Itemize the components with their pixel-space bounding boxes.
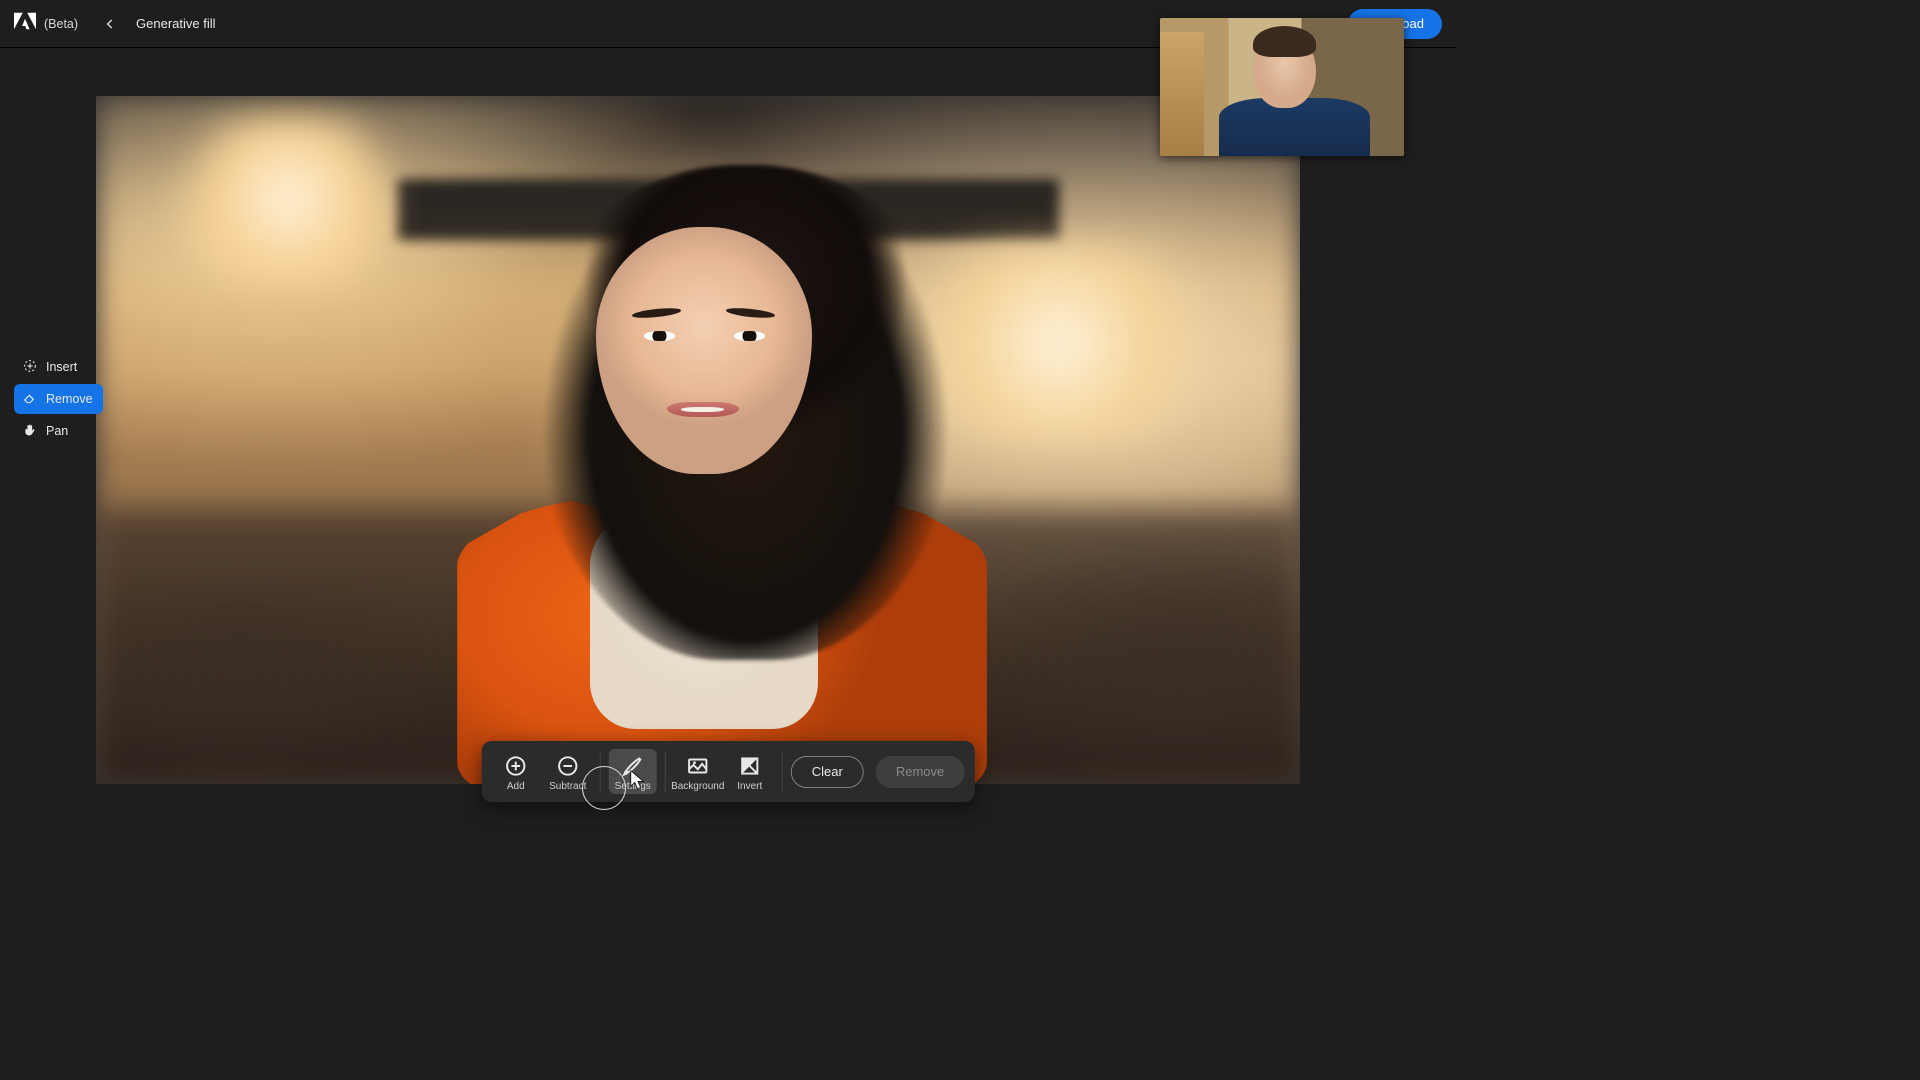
select-invert-label: Invert xyxy=(737,781,762,792)
tool-remove[interactable]: Remove xyxy=(14,384,103,414)
canvas-area xyxy=(0,48,1456,816)
brush-settings[interactable]: Settings xyxy=(609,749,657,794)
tool-pan[interactable]: Pan xyxy=(14,416,103,446)
toolbar-divider xyxy=(600,751,601,793)
canvas-image-placeholder xyxy=(96,96,1300,784)
brush-subtract[interactable]: Subtract xyxy=(544,749,592,794)
brush-add-label: Add xyxy=(507,781,525,792)
adobe-logo-icon xyxy=(14,10,36,37)
select-background[interactable]: Background xyxy=(674,749,722,794)
toolbar-divider xyxy=(782,751,783,793)
toolbar-divider xyxy=(665,751,666,793)
brush-icon xyxy=(620,753,646,779)
tool-insert[interactable]: Insert xyxy=(14,352,103,382)
select-background-label: Background xyxy=(671,781,724,792)
page-title: Generative fill xyxy=(136,16,215,31)
brush-subtract-label: Subtract xyxy=(549,781,586,792)
brush-settings-label: Settings xyxy=(615,781,651,792)
selection-toolbar: Add Subtract Settings Background Invert … xyxy=(482,741,975,802)
tool-remove-label: Remove xyxy=(46,392,93,406)
tool-insert-label: Insert xyxy=(46,360,77,374)
brush-add[interactable]: Add xyxy=(492,749,540,794)
background-icon xyxy=(685,753,711,779)
remove-button[interactable]: Remove xyxy=(876,756,964,788)
beta-label: (Beta) xyxy=(44,17,78,31)
insert-icon xyxy=(22,358,38,377)
image-canvas[interactable] xyxy=(96,96,1300,784)
tool-pan-label: Pan xyxy=(46,424,68,438)
select-invert[interactable]: Invert xyxy=(726,749,774,794)
side-toolbar: Insert Remove Pan xyxy=(14,352,103,446)
hand-icon xyxy=(22,422,38,441)
eraser-icon xyxy=(22,390,38,409)
brush-subtract-icon xyxy=(555,753,581,779)
back-button[interactable] xyxy=(98,12,122,36)
brush-add-icon xyxy=(503,753,529,779)
clear-button[interactable]: Clear xyxy=(791,756,864,788)
invert-icon xyxy=(737,753,763,779)
webcam-overlay xyxy=(1160,18,1404,156)
